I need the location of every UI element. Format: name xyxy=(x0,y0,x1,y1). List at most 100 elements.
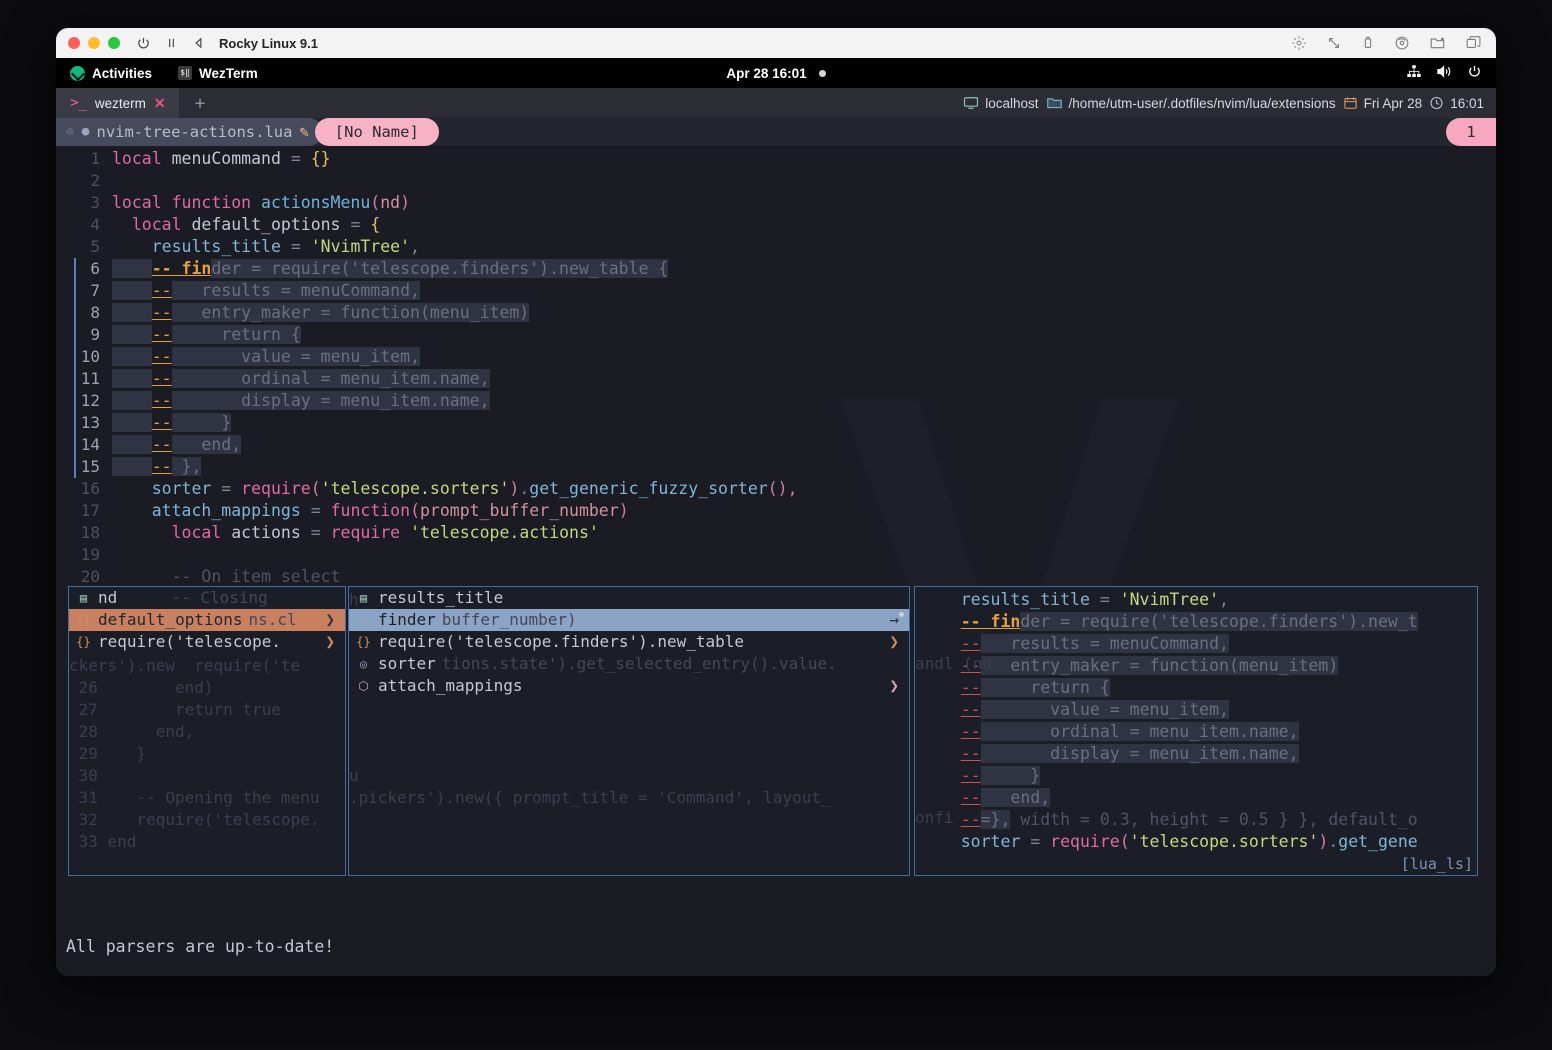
line-number: 1 xyxy=(90,149,100,168)
clock-label[interactable]: Apr 28 16:01 xyxy=(726,66,806,81)
gear-icon: ◎ xyxy=(359,613,368,627)
line-text: sorter = require('telescope.sorters').ge… xyxy=(151,479,798,498)
bleed-line: onfi xyxy=(915,808,954,827)
close-icon[interactable]: ✕ xyxy=(154,95,166,112)
chevron-right-icon: ❯ xyxy=(325,632,335,651)
completion-item[interactable]: {} default_options ns.cl ❯ xyxy=(69,609,345,631)
volume-icon[interactable] xyxy=(1436,64,1453,82)
line-text: local actions = require 'telescope.actio… xyxy=(171,523,599,542)
chevron-right-icon: ❯ xyxy=(325,610,335,629)
power-icon[interactable] xyxy=(1467,64,1482,82)
line-text: local function actionsMenu(nd) xyxy=(112,193,411,212)
window-controls[interactable] xyxy=(68,37,120,49)
completion-popup-middle[interactable]: heu.pickers').new({ prompt_title = 'Comm… xyxy=(348,586,910,876)
maximize-button[interactable] xyxy=(108,37,120,49)
bleed-line: ckers').new require('te xyxy=(69,656,301,675)
completion-item[interactable]: {} require('telescope. ❯ xyxy=(69,631,345,653)
completion-item[interactable]: ▤ nd -- Closing xyxy=(69,587,345,609)
code-line: 15 -- }, xyxy=(56,456,1496,478)
line-number: 6 xyxy=(90,259,100,278)
line-text: -- end, xyxy=(112,434,1496,456)
arrow-right-icon: → xyxy=(889,610,899,629)
doc-code-line: -- ordinal = menu_item.name, xyxy=(960,722,1299,741)
bleed-line xyxy=(349,743,909,765)
bleed-line: 31 -- Opening the menu xyxy=(69,788,320,807)
line-number: 9 xyxy=(90,325,100,344)
date-label: Fri Apr 28 xyxy=(1363,95,1423,111)
new-tab-button[interactable]: + xyxy=(179,88,222,118)
bleed-line: 33 end xyxy=(69,832,137,851)
buffer-tab-no-name[interactable]: [No Name] xyxy=(314,118,439,146)
bleed-line: (nd xyxy=(963,654,992,673)
completion-item-ghost-text: ns.cl xyxy=(248,610,297,629)
completion-list-left[interactable]: ▤ nd -- Closing {} default_options ns.cl ❯ {} r… xyxy=(69,587,345,653)
power-icon[interactable] xyxy=(136,36,151,51)
host-label: localhost xyxy=(985,95,1039,111)
usb-icon[interactable] xyxy=(1361,35,1375,51)
doc-code-line: -- } xyxy=(960,766,1041,785)
completion-item-label: require('telescope. xyxy=(98,632,282,651)
completion-item[interactable]: ⬡ attach_mappings ❯ xyxy=(349,675,909,697)
buffer-tab-nvim-tree-actions[interactable]: ♲ ● nvim-tree-actions.lua ✎ xyxy=(56,118,323,146)
code-line: 1 local menuCommand = {} xyxy=(56,148,1496,170)
code-line: 8 -- entry_maker = function(menu_item) xyxy=(56,302,1496,324)
bleed-line: 29 } xyxy=(69,744,147,763)
completion-item[interactable]: ◎ sorter tions.state').get_selected_entry(… xyxy=(349,653,909,675)
line-text: -- value = menu_item, xyxy=(112,346,1496,368)
back-icon[interactable] xyxy=(192,36,205,50)
buffer-icons: ♲ ● xyxy=(66,124,90,139)
doc-code-line: -- value = menu_item, xyxy=(960,700,1229,719)
completion-item[interactable]: ▤ results_title xyxy=(349,587,909,609)
completion-item[interactable]: {} require('telescope.finders').new_table… xyxy=(349,631,909,653)
activities-button[interactable]: Activities xyxy=(70,65,153,81)
line-text: -- entry_maker = function(menu_item) xyxy=(112,302,1496,324)
line-number: 14 xyxy=(80,435,100,454)
windows-icon[interactable] xyxy=(1465,35,1482,51)
folder-share-icon[interactable] xyxy=(1429,35,1446,51)
completion-list-middle[interactable]: ▤ results_title ◎ finder buffer_number) → {} re… xyxy=(349,587,909,697)
completion-item[interactable]: ◎ finder buffer_number) → xyxy=(349,609,909,631)
activities-label: Activities xyxy=(92,65,153,81)
folder-icon xyxy=(1046,98,1062,109)
code-line: 3 local function actionsMenu(nd) xyxy=(56,192,1496,214)
code-buffer[interactable]: 1 local menuCommand = {} 2 3 local function … xyxy=(56,146,1496,588)
line-text: local menuCommand = {} xyxy=(112,149,331,168)
network-icon[interactable] xyxy=(1406,64,1422,82)
neovim-editor: V ♲ ● nvim-tree-actions.lua ✎ [No Name] … xyxy=(56,118,1496,976)
app-menu-wezterm[interactable]: $‖ WezTerm xyxy=(178,66,258,81)
notification-dot-icon xyxy=(818,69,826,77)
doc-code-line: --=}, width = 0.3, height = 0.5 } }, def… xyxy=(960,810,1418,829)
code-line: 6 -- finder = require('telescope.finders… xyxy=(56,258,1496,280)
completion-item-label: results_title xyxy=(378,588,504,607)
code-line: 19 xyxy=(56,544,1496,566)
tab-wezterm[interactable]: >_ wezterm ✕ xyxy=(56,88,179,118)
completion-item-label: default_options xyxy=(98,610,243,629)
doc-code-line: -- display = menu_item.name, xyxy=(960,744,1299,763)
line-number: 16 xyxy=(80,479,100,498)
gear-icon: ◎ xyxy=(359,657,368,671)
bleed-line: andl xyxy=(915,654,954,673)
bleed-line: 27 return true xyxy=(69,700,281,719)
minimize-button[interactable] xyxy=(88,37,100,49)
disc-icon[interactable] xyxy=(1394,35,1410,51)
titlebar-right-icons xyxy=(1291,28,1482,58)
completion-documentation-panel[interactable]: results_title = 'NvimTree', -- finder = … xyxy=(914,586,1478,876)
completion-popup-left[interactable]: ckers').new require('te 26 end) 27 retur… xyxy=(68,586,346,876)
tab-label: wezterm xyxy=(94,95,146,111)
scroll-indicator-icon[interactable] xyxy=(899,612,904,617)
resize-icon[interactable] xyxy=(1326,35,1342,51)
screen: Rocky Linux 9.1 Activities $‖ WezTerm Ap… xyxy=(0,0,1552,1050)
line-number: 12 xyxy=(80,391,100,410)
tabpage-badge[interactable]: 1 xyxy=(1446,118,1496,146)
time-label: 16:01 xyxy=(1450,95,1484,111)
gnome-status-icons xyxy=(1406,58,1482,88)
close-button[interactable] xyxy=(68,37,80,49)
doc-code-line: sorter = require('telescope.sorters').ge… xyxy=(921,832,1418,851)
path-label: /home/utm-user/.dotfiles/nvim/lua/extens… xyxy=(1068,95,1336,111)
line-text: attach_mappings = function(prompt_buffer… xyxy=(151,501,629,520)
line-number: 13 xyxy=(80,413,100,432)
code-line: 11 -- ordinal = menu_item.name, xyxy=(56,368,1496,390)
brightness-icon[interactable] xyxy=(1291,35,1307,51)
line-number: 7 xyxy=(90,281,100,300)
pause-icon[interactable] xyxy=(165,36,178,50)
